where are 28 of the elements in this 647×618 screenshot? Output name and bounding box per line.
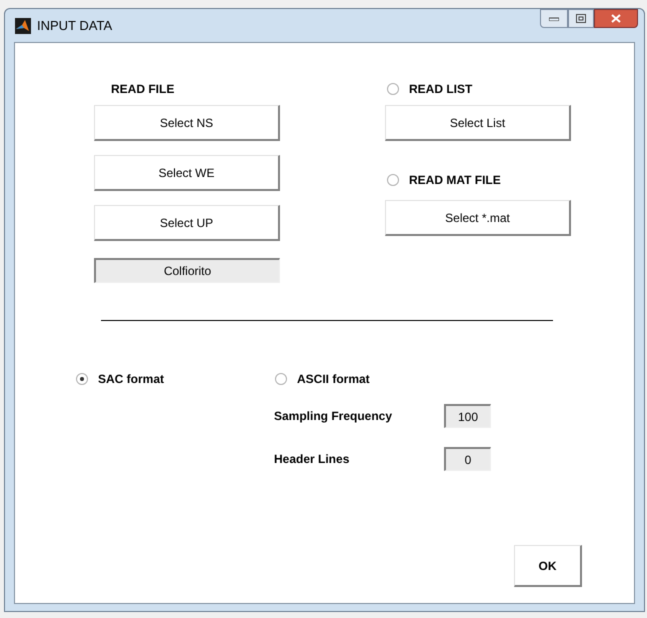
select-button[interactable]: Select List: [385, 105, 571, 141]
parameter-label: Header Lines: [274, 451, 350, 468]
radio-button[interactable]: [275, 373, 287, 385]
select-button[interactable]: Select NS: [94, 105, 280, 141]
radio-button[interactable]: [76, 373, 88, 385]
radio-button[interactable]: [387, 83, 399, 95]
text-field[interactable]: 100: [444, 404, 491, 428]
select-button[interactable]: Select UP: [94, 205, 280, 241]
text-field[interactable]: 0: [444, 447, 491, 471]
radio-label: READ MAT FILE: [409, 172, 501, 189]
radio-button[interactable]: [387, 174, 399, 186]
window-title: INPUT DATA: [37, 16, 112, 35]
minimize-button[interactable]: [540, 9, 568, 28]
radio-label: READ LIST: [409, 81, 472, 98]
select-button[interactable]: Select *.mat: [385, 200, 571, 236]
close-icon: [611, 14, 621, 23]
maximize-icon: [576, 14, 586, 23]
maximize-button[interactable]: [568, 9, 594, 28]
ok-button[interactable]: OK: [514, 545, 582, 587]
parameter-label: Sampling Frequency: [274, 408, 394, 425]
text-field[interactable]: Colfiorito: [94, 258, 280, 283]
section-label: READ FILE: [111, 81, 176, 98]
select-button[interactable]: Select WE: [94, 155, 280, 191]
radio-label: ASCII format: [297, 371, 370, 388]
radio-label: SAC format: [98, 371, 164, 388]
app-logo-icon: [15, 18, 31, 34]
close-button[interactable]: [594, 9, 638, 28]
minimize-icon: [549, 16, 559, 20]
